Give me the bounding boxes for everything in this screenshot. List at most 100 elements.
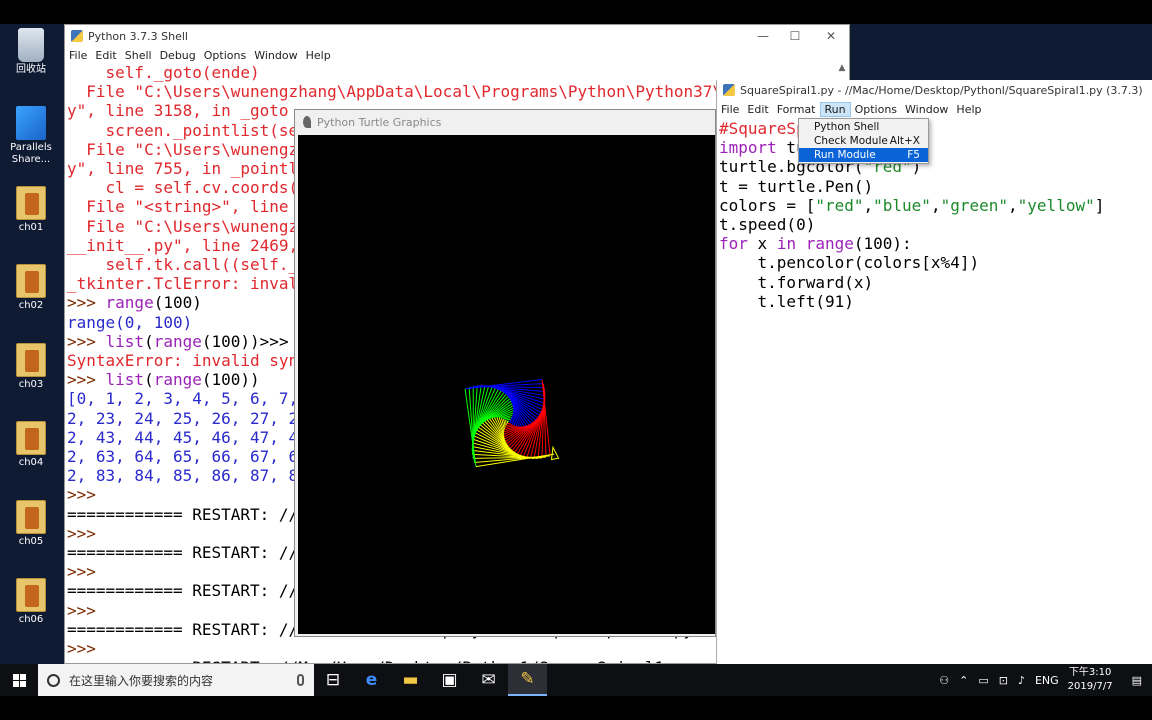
desktop-icon-ch04[interactable]: ch04 <box>6 421 56 469</box>
menu-item-shortcut: Alt+X <box>889 135 920 147</box>
code-string: "red" <box>815 195 864 215</box>
menu-window[interactable]: Window <box>901 103 952 116</box>
editor-window[interactable]: SquareSpiral1.py - //Mac/Home/Desktop/Py… <box>716 80 1152 664</box>
shell-token: range <box>153 370 202 390</box>
desktop-icon-ch06[interactable]: ch06 <box>6 578 56 626</box>
code-text: (100): <box>853 234 912 254</box>
desktop-icon-label: Parallels Share... <box>10 142 52 165</box>
folder-icon <box>16 186 46 220</box>
desktop-icon-label: ch05 <box>18 536 44 547</box>
turtle-graphics-window[interactable]: Python Turtle Graphics <box>294 109 716 637</box>
shell-text: y", line 755, in _pointlist <box>67 159 328 179</box>
shell-token: range <box>105 293 154 313</box>
menu-help[interactable]: Help <box>952 103 985 116</box>
menu-item-check-module[interactable]: Check Module Alt+X <box>799 134 928 148</box>
desktop-icon-label: ch06 <box>18 614 44 625</box>
store-icon[interactable]: ▣ <box>430 664 469 696</box>
shell-titlebar[interactable]: Python 3.7.3 Shell — ☐ ✕ <box>65 25 849 47</box>
shell-token: ( <box>144 370 154 390</box>
desktop-icon-ch03[interactable]: ch03 <box>6 343 56 391</box>
code-text: , <box>863 195 874 215</box>
network-icon[interactable]: ⊡ <box>999 674 1008 687</box>
shell-token: (100)) <box>201 370 260 390</box>
desktop-icon-ch05[interactable]: ch05 <box>6 500 56 548</box>
idle-icon[interactable]: ✎ <box>508 664 547 696</box>
desktop-icon-[interactable]: 回收站 <box>6 28 56 76</box>
code-line: t.speed(0) <box>719 215 1149 234</box>
menu-item-run-module[interactable]: Run Module F5 <box>799 148 928 162</box>
shell-text: range(0, 100) <box>67 312 193 332</box>
shell-text: File "C:\Users\wunengzhang\AppData\Local… <box>67 82 809 102</box>
menu-run[interactable]: Run <box>819 101 851 117</box>
code-line: colors = ["red","blue","green","yellow"] <box>719 196 1149 215</box>
editor-menubar: File Edit Format Run Options Window Help <box>717 100 1152 118</box>
clock[interactable]: 下午3:10 2019/7/7 <box>1068 666 1113 694</box>
menu-shell[interactable]: Shell <box>121 49 156 62</box>
menu-format[interactable]: Format <box>773 103 820 116</box>
menu-edit[interactable]: Edit <box>91 49 120 62</box>
code-text: t.forward(x) <box>719 272 874 292</box>
feather-icon <box>303 116 311 128</box>
task-view-icon[interactable]: ⊟ <box>314 664 352 696</box>
close-icon[interactable]: ✕ <box>813 27 849 45</box>
maximize-icon[interactable]: ☐ <box>777 27 813 45</box>
editor-titlebar[interactable]: SquareSpiral1.py - //Mac/Home/Desktop/Py… <box>717 80 1152 100</box>
menu-debug[interactable]: Debug <box>156 49 200 62</box>
taskbar-search[interactable]: 在这里输入你要搜索的内容 <box>38 664 314 696</box>
show-hidden-icons-icon[interactable]: ⌃ <box>959 674 968 687</box>
turtle-titlebar[interactable]: Python Turtle Graphics <box>295 110 715 134</box>
desktop-icon-label: 回收站 <box>16 64 46 75</box>
editor-title: SquareSpiral1.py - //Mac/Home/Desktop/Py… <box>740 83 1143 97</box>
code-editor[interactable]: #SquareSpiral1.pyimport turtleturtle.bgc… <box>719 119 1149 659</box>
menu-file[interactable]: File <box>717 103 743 116</box>
edge-icon[interactable]: e <box>352 664 391 696</box>
code-line: import turtle <box>719 138 1149 157</box>
folder-icon <box>16 578 46 612</box>
minimize-icon[interactable]: — <box>745 27 781 45</box>
shell-prompt: >>> <box>67 370 106 390</box>
scroll-up-icon[interactable]: ▲ <box>835 63 849 77</box>
start-button[interactable] <box>0 664 38 696</box>
turtle-canvas[interactable] <box>298 135 715 634</box>
shell-text: self._goto(ende) <box>67 63 260 82</box>
shell-token: (100) <box>153 293 202 313</box>
spiral-segment <box>510 417 514 425</box>
desktop-icon-label: ch01 <box>18 222 44 233</box>
menu-item-shortcut: F5 <box>907 149 920 161</box>
shell-prompt: >>> <box>67 293 106 313</box>
menu-options[interactable]: Options <box>851 103 901 116</box>
shell-token: (100))>>> <box>201 331 289 351</box>
notifications-icon[interactable]: ▤ <box>1132 674 1142 687</box>
menu-file[interactable]: File <box>65 49 91 62</box>
language-indicator[interactable]: ENG <box>1035 674 1059 687</box>
file-explorer-icon[interactable]: ▬ <box>391 664 430 696</box>
code-text: t = turtle.Pen() <box>719 176 874 196</box>
menu-edit[interactable]: Edit <box>743 103 772 116</box>
code-line: for x in range(100): <box>719 234 1149 253</box>
people-icon[interactable]: ⚇ <box>939 674 949 687</box>
turtle-cursor-icon <box>550 445 560 461</box>
volume-icon[interactable]: ♪ <box>1018 674 1025 687</box>
menu-item-label: Check Module <box>814 135 888 147</box>
code-text: ] <box>1094 195 1105 215</box>
shell-token: list <box>105 331 145 351</box>
shell-text: y", line 3158, in _goto <box>67 101 289 121</box>
menu-item-python-shell[interactable]: Python Shell <box>799 120 928 134</box>
menu-item-label: Python Shell <box>814 121 880 133</box>
desktop-icon-parallelsshare[interactable]: Parallels Share... <box>6 106 56 166</box>
folder-icon <box>16 264 46 298</box>
battery-icon[interactable]: ▭ <box>978 674 988 687</box>
recycle-bin-icon <box>18 28 44 62</box>
desktop-icon-ch02[interactable]: ch02 <box>6 264 56 312</box>
mail-icon[interactable]: ✉ <box>469 664 508 696</box>
menu-help[interactable]: Help <box>302 49 335 62</box>
shell-text: >>> <box>67 523 96 543</box>
desktop-icon-ch01[interactable]: ch01 <box>6 186 56 234</box>
menu-window[interactable]: Window <box>250 49 301 62</box>
code-text: x <box>747 234 777 254</box>
shell-text: >>> <box>67 485 96 505</box>
menu-options[interactable]: Options <box>200 49 250 62</box>
microphone-icon[interactable] <box>297 674 304 686</box>
shell-token: list <box>105 370 145 390</box>
